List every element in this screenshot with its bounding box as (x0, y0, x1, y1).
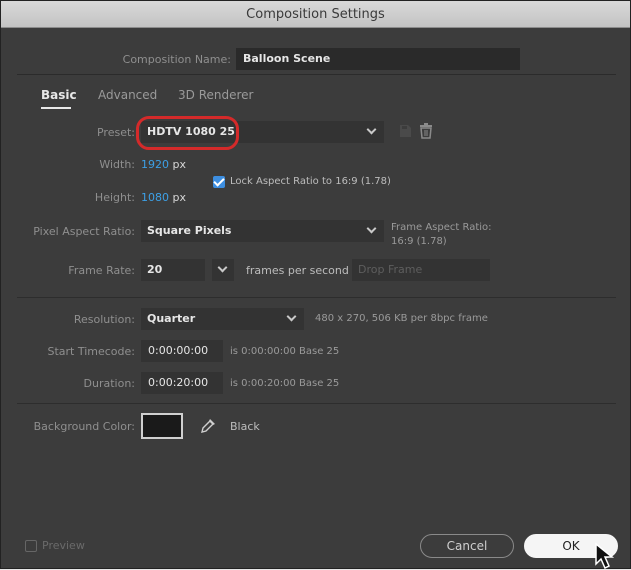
frame-aspect-label: Frame Aspect Ratio: (391, 222, 492, 233)
preview-checkbox[interactable] (25, 540, 37, 552)
preview-label: Preview (42, 539, 85, 552)
pixel-aspect-value: Square Pixels (147, 224, 232, 237)
duration-input[interactable]: 0:00:20:00 (141, 372, 223, 394)
width-label: Width: (99, 158, 135, 171)
start-timecode-input[interactable]: 0:00:00:00 (141, 340, 223, 362)
frame-rate-value: 20 (147, 263, 163, 276)
tab-3d-renderer[interactable]: 3D Renderer (178, 88, 253, 102)
mouse-cursor-icon (595, 542, 615, 570)
start-timecode-label: Start Timecode: (47, 345, 135, 358)
composition-name-input[interactable]: Balloon Scene (236, 48, 520, 70)
separator-2 (17, 403, 616, 404)
height-value[interactable]: 1080 (141, 191, 169, 204)
background-color-name: Black (230, 420, 260, 433)
save-preset-icon[interactable] (397, 123, 413, 139)
delete-preset-icon[interactable] (419, 123, 433, 139)
cancel-button[interactable]: Cancel (420, 534, 514, 558)
resolution-dropdown[interactable]: Quarter (141, 308, 304, 330)
drop-frame-value: Drop Frame (358, 263, 423, 276)
frame-rate-unit: frames per second (246, 264, 349, 277)
preset-highlight-annotation (136, 116, 239, 150)
preset-label: Preset: (96, 126, 135, 139)
lock-aspect-checkbox[interactable] (213, 176, 225, 188)
width-unit: px (172, 158, 187, 171)
active-tab-indicator (41, 107, 71, 109)
width-value-row: 1920 px (141, 158, 186, 171)
frame-rate-input[interactable]: 20 (141, 259, 205, 281)
eyedropper-icon[interactable] (199, 417, 217, 435)
lock-aspect-label: Lock Aspect Ratio to 16:9 (1.78) (230, 176, 391, 187)
resolution-value: Quarter (147, 312, 196, 325)
composition-name-label: Composition Name: (122, 53, 231, 66)
tab-advanced[interactable]: Advanced (98, 88, 157, 102)
drop-frame-dropdown: Drop Frame (352, 259, 490, 281)
background-color-swatch[interactable] (141, 413, 183, 439)
pixel-aspect-dropdown[interactable]: Square Pixels (141, 220, 384, 242)
dialog-title: Composition Settings (1, 1, 630, 28)
resolution-info: 480 x 270, 506 KB per 8bpc frame (315, 313, 488, 324)
height-label: Height: (94, 191, 135, 204)
separator-1 (17, 297, 616, 298)
height-value-row: 1080 px (141, 191, 186, 204)
composition-settings-dialog: Composition Settings Composition Name: B… (0, 0, 631, 570)
resolution-label: Resolution: (73, 313, 135, 326)
tab-basic[interactable]: Basic (41, 88, 77, 102)
background-color-label: Background Color: (33, 420, 135, 433)
frame-rate-label: Frame Rate: (68, 264, 135, 277)
start-timecode-info: is 0:00:00:00 Base 25 (230, 346, 340, 357)
height-unit: px (172, 191, 187, 204)
duration-info: is 0:00:20:00 Base 25 (230, 378, 340, 389)
frame-aspect-value: 16:9 (1.78) (391, 236, 447, 247)
duration-label: Duration: (83, 377, 135, 390)
pixel-aspect-label: Pixel Aspect Ratio: (33, 225, 135, 238)
width-value[interactable]: 1920 (141, 158, 169, 171)
